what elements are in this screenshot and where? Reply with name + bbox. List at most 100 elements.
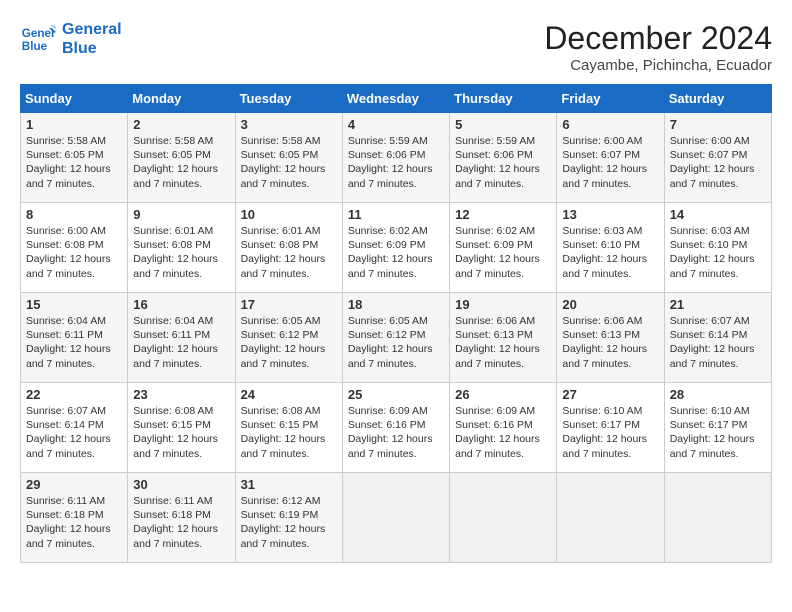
weekday-header-row: SundayMondayTuesdayWednesdayThursdayFrid…	[21, 85, 772, 113]
svg-text:Blue: Blue	[22, 40, 48, 53]
day-detail: Sunrise: 6:03 AM Sunset: 6:10 PM Dayligh…	[670, 224, 766, 281]
day-detail: Sunrise: 6:09 AM Sunset: 6:16 PM Dayligh…	[348, 404, 444, 461]
calendar-week-row: 22 Sunrise: 6:07 AM Sunset: 6:14 PM Dayl…	[21, 383, 772, 473]
calendar-cell: 6 Sunrise: 6:00 AM Sunset: 6:07 PM Dayli…	[557, 113, 664, 203]
logo-icon: General Blue	[20, 21, 56, 57]
day-detail: Sunrise: 6:11 AM Sunset: 6:18 PM Dayligh…	[26, 494, 122, 551]
day-number: 23	[133, 387, 229, 402]
calendar-cell: 17 Sunrise: 6:05 AM Sunset: 6:12 PM Dayl…	[235, 293, 342, 383]
day-detail: Sunrise: 6:02 AM Sunset: 6:09 PM Dayligh…	[455, 224, 551, 281]
calendar-cell: 13 Sunrise: 6:03 AM Sunset: 6:10 PM Dayl…	[557, 203, 664, 293]
calendar-cell: 19 Sunrise: 6:06 AM Sunset: 6:13 PM Dayl…	[450, 293, 557, 383]
day-number: 3	[241, 117, 337, 132]
day-number: 5	[455, 117, 551, 132]
month-title: December 2024	[544, 20, 772, 57]
calendar-cell	[664, 473, 771, 563]
calendar-cell: 21 Sunrise: 6:07 AM Sunset: 6:14 PM Dayl…	[664, 293, 771, 383]
calendar-cell: 20 Sunrise: 6:06 AM Sunset: 6:13 PM Dayl…	[557, 293, 664, 383]
calendar-cell	[450, 473, 557, 563]
day-detail: Sunrise: 6:04 AM Sunset: 6:11 PM Dayligh…	[133, 314, 229, 371]
day-number: 10	[241, 207, 337, 222]
day-detail: Sunrise: 6:05 AM Sunset: 6:12 PM Dayligh…	[348, 314, 444, 371]
day-number: 6	[562, 117, 658, 132]
calendar-cell: 10 Sunrise: 6:01 AM Sunset: 6:08 PM Dayl…	[235, 203, 342, 293]
day-number: 14	[670, 207, 766, 222]
weekday-header-tuesday: Tuesday	[235, 85, 342, 113]
day-number: 8	[26, 207, 122, 222]
calendar-cell: 18 Sunrise: 6:05 AM Sunset: 6:12 PM Dayl…	[342, 293, 449, 383]
day-number: 22	[26, 387, 122, 402]
day-detail: Sunrise: 6:12 AM Sunset: 6:19 PM Dayligh…	[241, 494, 337, 551]
calendar-week-row: 29 Sunrise: 6:11 AM Sunset: 6:18 PM Dayl…	[21, 473, 772, 563]
day-number: 13	[562, 207, 658, 222]
calendar-cell: 5 Sunrise: 5:59 AM Sunset: 6:06 PM Dayli…	[450, 113, 557, 203]
day-number: 18	[348, 297, 444, 312]
calendar-cell	[557, 473, 664, 563]
day-number: 17	[241, 297, 337, 312]
calendar-cell: 27 Sunrise: 6:10 AM Sunset: 6:17 PM Dayl…	[557, 383, 664, 473]
title-block: December 2024 Cayambe, Pichincha, Ecuado…	[544, 20, 772, 74]
day-number: 26	[455, 387, 551, 402]
calendar-cell: 1 Sunrise: 5:58 AM Sunset: 6:05 PM Dayli…	[21, 113, 128, 203]
calendar-cell: 9 Sunrise: 6:01 AM Sunset: 6:08 PM Dayli…	[128, 203, 235, 293]
day-detail: Sunrise: 6:00 AM Sunset: 6:07 PM Dayligh…	[562, 134, 658, 191]
weekday-header-friday: Friday	[557, 85, 664, 113]
day-detail: Sunrise: 6:08 AM Sunset: 6:15 PM Dayligh…	[241, 404, 337, 461]
calendar-cell: 7 Sunrise: 6:00 AM Sunset: 6:07 PM Dayli…	[664, 113, 771, 203]
day-detail: Sunrise: 6:00 AM Sunset: 6:08 PM Dayligh…	[26, 224, 122, 281]
day-detail: Sunrise: 6:07 AM Sunset: 6:14 PM Dayligh…	[670, 314, 766, 371]
calendar-cell: 8 Sunrise: 6:00 AM Sunset: 6:08 PM Dayli…	[21, 203, 128, 293]
day-number: 30	[133, 477, 229, 492]
weekday-header-thursday: Thursday	[450, 85, 557, 113]
day-number: 20	[562, 297, 658, 312]
day-detail: Sunrise: 5:58 AM Sunset: 6:05 PM Dayligh…	[133, 134, 229, 191]
logo: General Blue General Blue	[20, 20, 122, 58]
day-number: 9	[133, 207, 229, 222]
weekday-header-monday: Monday	[128, 85, 235, 113]
weekday-header-sunday: Sunday	[21, 85, 128, 113]
calendar-cell: 11 Sunrise: 6:02 AM Sunset: 6:09 PM Dayl…	[342, 203, 449, 293]
day-number: 31	[241, 477, 337, 492]
day-detail: Sunrise: 5:58 AM Sunset: 6:05 PM Dayligh…	[26, 134, 122, 191]
calendar-cell: 31 Sunrise: 6:12 AM Sunset: 6:19 PM Dayl…	[235, 473, 342, 563]
day-detail: Sunrise: 6:08 AM Sunset: 6:15 PM Dayligh…	[133, 404, 229, 461]
day-detail: Sunrise: 6:10 AM Sunset: 6:17 PM Dayligh…	[562, 404, 658, 461]
day-detail: Sunrise: 6:06 AM Sunset: 6:13 PM Dayligh…	[455, 314, 551, 371]
calendar-week-row: 1 Sunrise: 5:58 AM Sunset: 6:05 PM Dayli…	[21, 113, 772, 203]
calendar-cell: 25 Sunrise: 6:09 AM Sunset: 6:16 PM Dayl…	[342, 383, 449, 473]
day-detail: Sunrise: 5:59 AM Sunset: 6:06 PM Dayligh…	[455, 134, 551, 191]
day-number: 19	[455, 297, 551, 312]
day-detail: Sunrise: 6:01 AM Sunset: 6:08 PM Dayligh…	[241, 224, 337, 281]
calendar-cell: 28 Sunrise: 6:10 AM Sunset: 6:17 PM Dayl…	[664, 383, 771, 473]
day-number: 24	[241, 387, 337, 402]
calendar-table: SundayMondayTuesdayWednesdayThursdayFrid…	[20, 84, 772, 563]
weekday-header-saturday: Saturday	[664, 85, 771, 113]
day-number: 27	[562, 387, 658, 402]
logo-text: General	[62, 20, 122, 39]
calendar-cell: 26 Sunrise: 6:09 AM Sunset: 6:16 PM Dayl…	[450, 383, 557, 473]
calendar-cell: 3 Sunrise: 5:58 AM Sunset: 6:05 PM Dayli…	[235, 113, 342, 203]
day-number: 15	[26, 297, 122, 312]
day-number: 12	[455, 207, 551, 222]
calendar-cell: 24 Sunrise: 6:08 AM Sunset: 6:15 PM Dayl…	[235, 383, 342, 473]
day-number: 21	[670, 297, 766, 312]
day-detail: Sunrise: 5:58 AM Sunset: 6:05 PM Dayligh…	[241, 134, 337, 191]
day-detail: Sunrise: 6:04 AM Sunset: 6:11 PM Dayligh…	[26, 314, 122, 371]
day-detail: Sunrise: 6:01 AM Sunset: 6:08 PM Dayligh…	[133, 224, 229, 281]
day-number: 25	[348, 387, 444, 402]
calendar-cell: 16 Sunrise: 6:04 AM Sunset: 6:11 PM Dayl…	[128, 293, 235, 383]
calendar-cell: 12 Sunrise: 6:02 AM Sunset: 6:09 PM Dayl…	[450, 203, 557, 293]
calendar-cell: 4 Sunrise: 5:59 AM Sunset: 6:06 PM Dayli…	[342, 113, 449, 203]
day-number: 1	[26, 117, 122, 132]
calendar-cell	[342, 473, 449, 563]
day-detail: Sunrise: 6:03 AM Sunset: 6:10 PM Dayligh…	[562, 224, 658, 281]
logo-subtext: Blue	[62, 39, 122, 58]
day-detail: Sunrise: 6:05 AM Sunset: 6:12 PM Dayligh…	[241, 314, 337, 371]
calendar-week-row: 8 Sunrise: 6:00 AM Sunset: 6:08 PM Dayli…	[21, 203, 772, 293]
calendar-cell: 2 Sunrise: 5:58 AM Sunset: 6:05 PM Dayli…	[128, 113, 235, 203]
day-detail: Sunrise: 5:59 AM Sunset: 6:06 PM Dayligh…	[348, 134, 444, 191]
day-number: 11	[348, 207, 444, 222]
location: Cayambe, Pichincha, Ecuador	[544, 57, 772, 74]
day-detail: Sunrise: 6:02 AM Sunset: 6:09 PM Dayligh…	[348, 224, 444, 281]
calendar-cell: 29 Sunrise: 6:11 AM Sunset: 6:18 PM Dayl…	[21, 473, 128, 563]
